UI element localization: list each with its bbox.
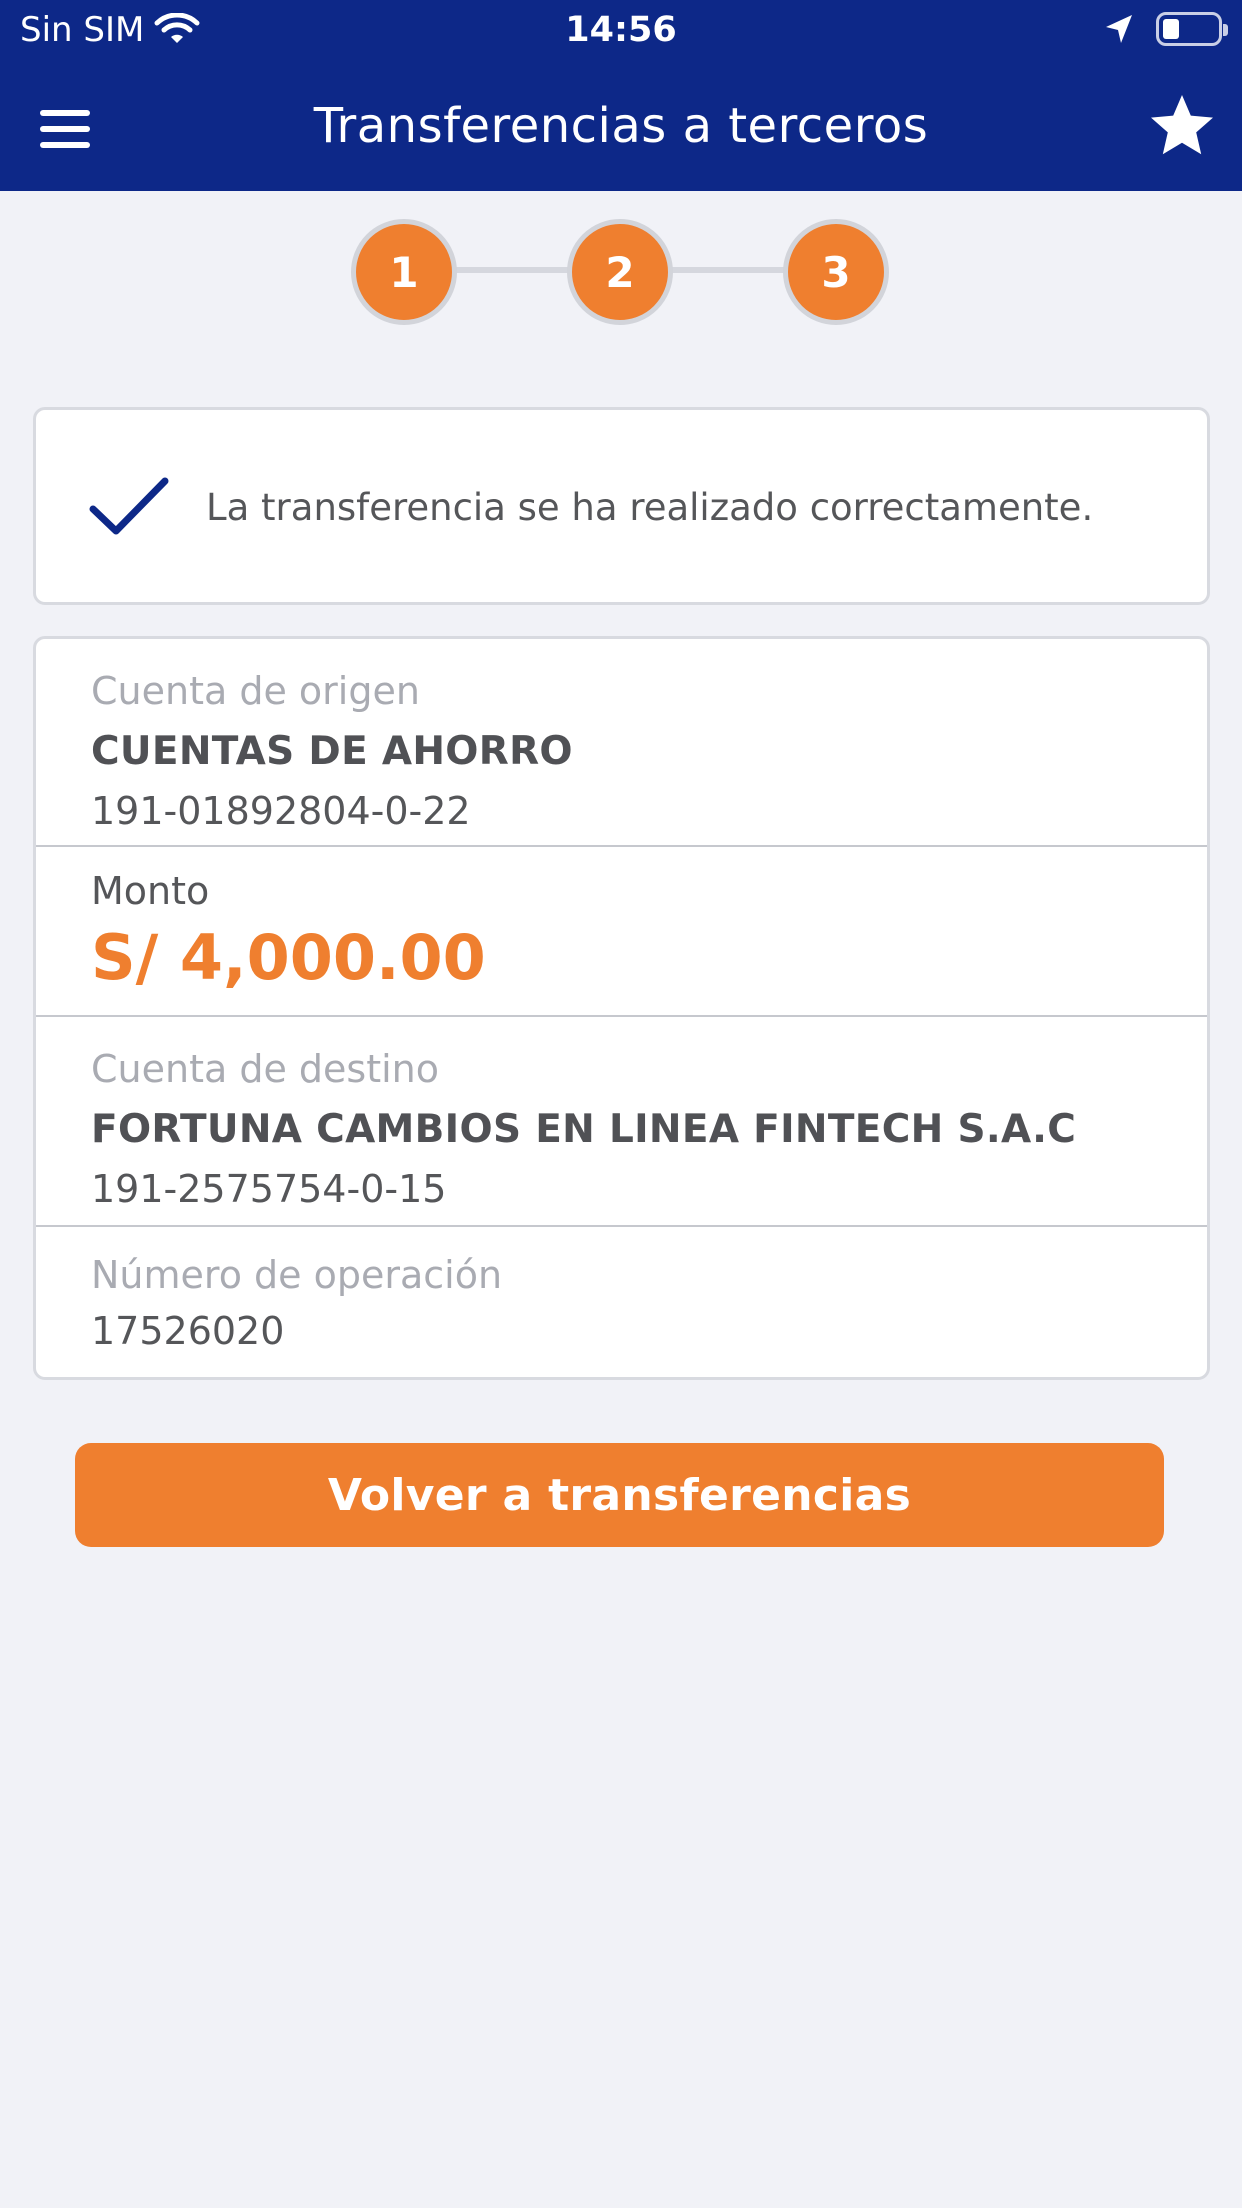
destination-account-number: 191-2575754-0-15 [91, 1167, 447, 1211]
operation-number-section: Número de operación 17526020 [36, 1227, 1207, 1377]
page-title: Transferencias a terceros [313, 98, 929, 154]
origin-label: Cuenta de origen [91, 669, 420, 713]
origin-account-section: Cuenta de origen CUENTAS DE AHORRO 191-0… [36, 639, 1207, 845]
progress-stepper: 1 2 3 [0, 215, 1242, 335]
operation-label: Número de operación [91, 1253, 503, 1297]
amount-label: Monto [91, 869, 210, 913]
battery-level [1163, 19, 1179, 39]
success-card: La transferencia se ha realizado correct… [33, 407, 1210, 605]
status-bar: Sin SIM 14:56 [0, 0, 1242, 62]
location-arrow-icon [1106, 15, 1132, 43]
destination-account-section: Cuenta de destino FORTUNA CAMBIOS EN LIN… [36, 1017, 1207, 1225]
step-1: 1 [351, 219, 457, 325]
success-message: La transferencia se ha realizado correct… [206, 486, 1094, 529]
top-bar: Sin SIM 14:56 Transferencias a terceros [0, 0, 1242, 191]
origin-account-number: 191-01892804-0-22 [91, 789, 471, 833]
transfer-details-card: Cuenta de origen CUENTAS DE AHORRO 191-0… [33, 636, 1210, 1380]
origin-account-name: CUENTAS DE AHORRO [91, 729, 573, 774]
star-icon[interactable] [1148, 92, 1216, 160]
operation-number: 17526020 [91, 1309, 285, 1353]
step-3: 3 [783, 219, 889, 325]
battery-icon [1156, 12, 1228, 46]
amount-value: S/ 4,000.00 [91, 921, 486, 994]
destination-account-name: FORTUNA CAMBIOS EN LINEA FINTECH S.A.C [91, 1107, 1077, 1152]
step-2: 2 [567, 219, 673, 325]
clock: 14:56 [565, 10, 677, 50]
status-right [1104, 12, 1228, 46]
back-to-transfers-button[interactable]: Volver a transferencias [75, 1443, 1164, 1547]
navigation-bar: Transferencias a terceros [0, 62, 1242, 191]
amount-section: Monto S/ 4,000.00 [36, 847, 1207, 1015]
check-icon [89, 477, 169, 535]
destination-label: Cuenta de destino [91, 1047, 440, 1091]
